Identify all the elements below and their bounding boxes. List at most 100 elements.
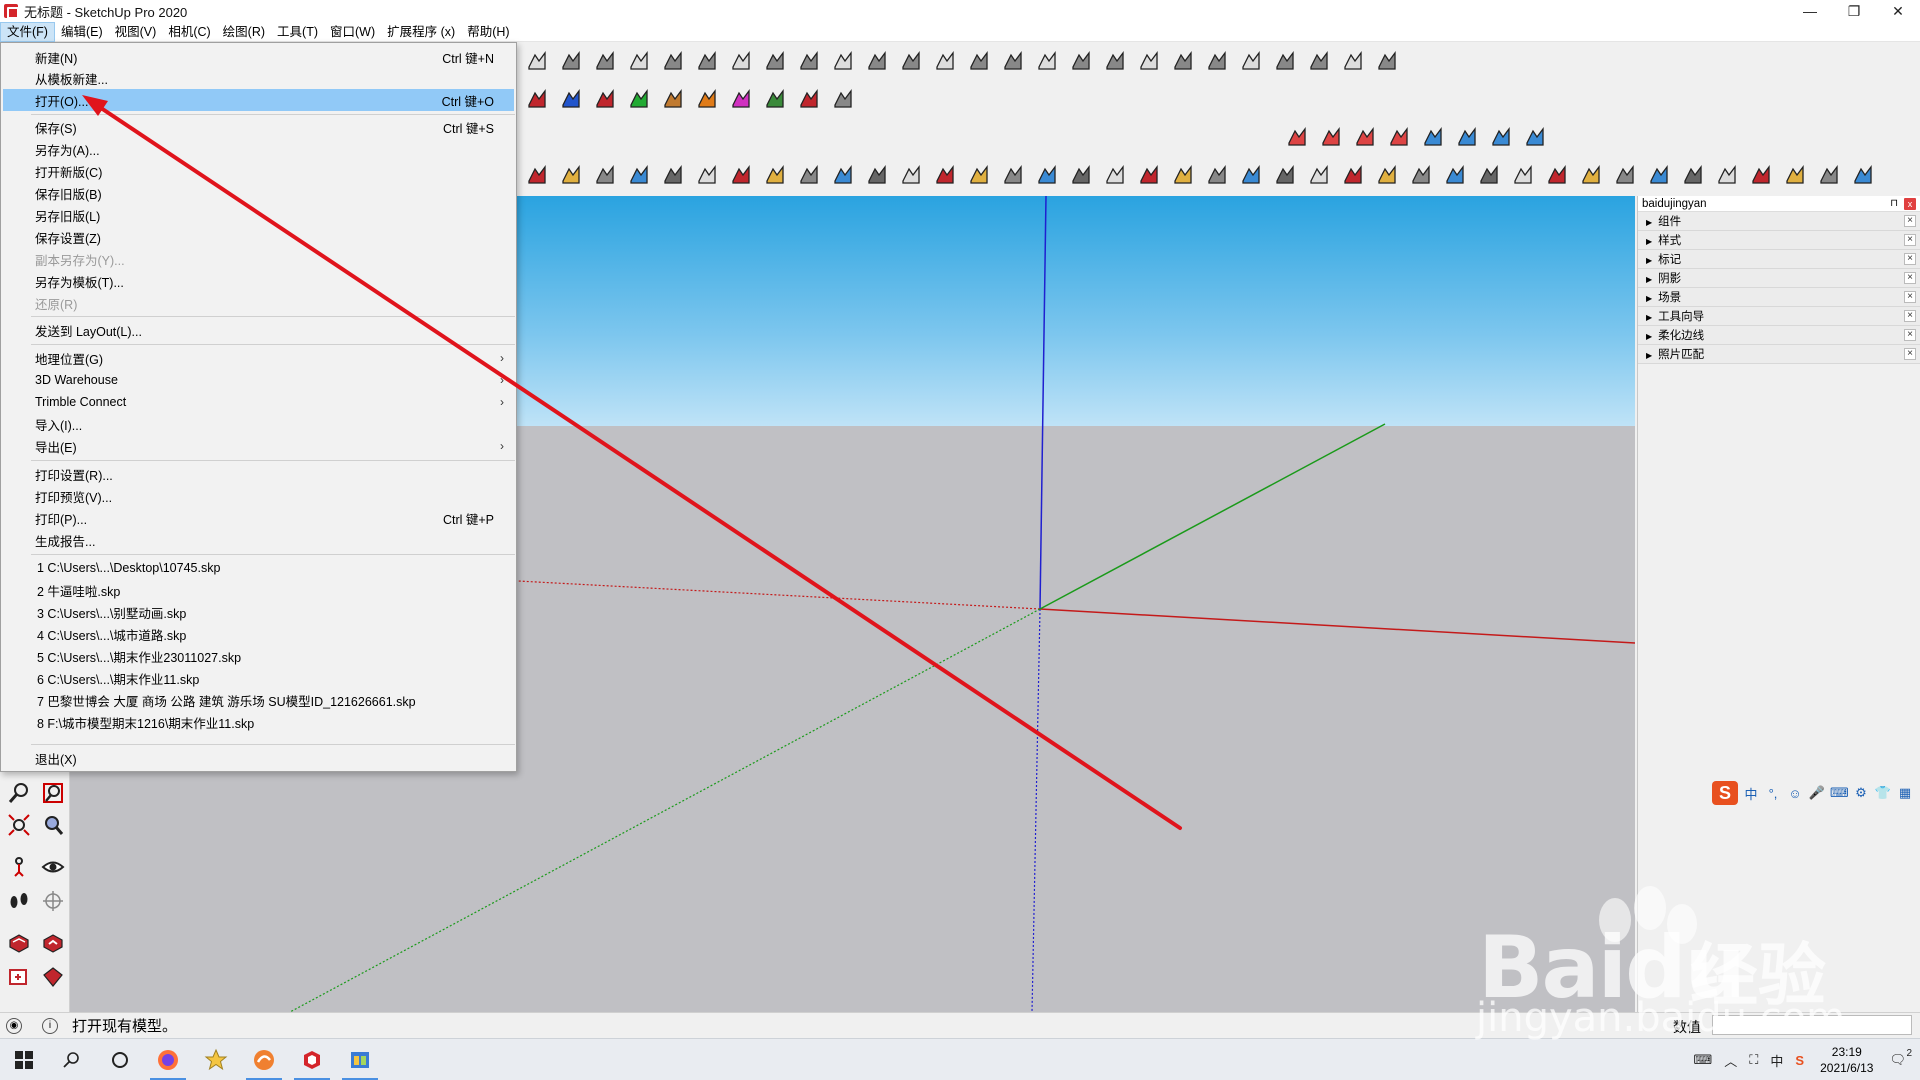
view-tool-23-icon[interactable] [1270,160,1300,190]
menu-item-3d-warehouse[interactable]: 3D Warehouse › [3,369,514,391]
view-tool-22-icon[interactable] [1236,160,1266,190]
menu-tools[interactable]: 工具(T) [271,22,324,42]
ime-voice-icon[interactable]: 🎤 [1808,785,1826,801]
layer-tool-2-icon[interactable] [1316,122,1346,152]
sandbox-tool-26-icon[interactable] [1372,46,1402,76]
solid-tool-3-icon[interactable] [590,84,620,114]
view-tool-8-icon[interactable] [760,160,790,190]
view-tool-36-icon[interactable] [1712,160,1742,190]
clock[interactable]: 23:19 2021/6/13 [1820,1044,1873,1076]
sandbox-tool-22-icon[interactable] [1236,46,1266,76]
sogou-ime-logo[interactable]: S [1712,781,1738,805]
menu-item-recent-file[interactable]: 7 巴黎世博会 大厦 商场 公路 建筑 游乐场 SU模型ID_121626661… [3,689,514,711]
sandbox-tool-19-icon[interactable] [1134,46,1164,76]
app-taskbar-icon[interactable] [336,1039,384,1080]
layer-tool-6-icon[interactable] [1452,122,1482,152]
view-tool-13-icon[interactable] [930,160,960,190]
tray-panel-3[interactable]: ▶ 标记 × [1638,250,1920,269]
view-tool-17-icon[interactable] [1066,160,1096,190]
zoom-icon[interactable] [4,778,34,808]
view-tool-10-icon[interactable] [828,160,858,190]
menu-item-recent-file[interactable]: 2 牛逼哇啦.skp [3,579,514,601]
menu-item-save-old-version[interactable]: 保存旧版(B) [3,182,514,204]
extension-warehouse-icon[interactable] [4,962,34,992]
network-icon[interactable]: ⛶ [1749,1052,1758,1068]
tray-close-button[interactable]: x [1904,197,1916,210]
sandbox-tool-4-icon[interactable] [624,46,654,76]
menu-item-print[interactable]: 打印(P)... Ctrl 键+P [3,507,514,529]
sogou-tray-icon[interactable]: S [1795,1053,1804,1068]
sandbox-tool-7-icon[interactable] [726,46,756,76]
tray-panel-4[interactable]: ▶ 阴影 × [1638,269,1920,288]
previous-view-icon[interactable] [38,810,68,840]
view-tool-35-icon[interactable] [1678,160,1708,190]
solid-tool-7-icon[interactable] [726,84,756,114]
solid-tool-1-icon[interactable] [522,84,552,114]
sandbox-tool-23-icon[interactable] [1270,46,1300,76]
menu-item-save[interactable]: 保存(S) Ctrl 键+S [3,116,514,138]
layer-tool-1-icon[interactable] [1282,122,1312,152]
view-tool-3-icon[interactable] [590,160,620,190]
solid-tool-10-icon[interactable] [828,84,858,114]
menu-item-recent-file[interactable]: 8 F:\城市模型期末1216\期末作业11.skp [3,711,514,733]
ime-lang-indicator[interactable]: 中 [1770,1051,1783,1070]
tray-panel-1[interactable]: ▶ 组件 × [1638,212,1920,231]
ime-lang-toggle[interactable]: 中 [1742,784,1760,803]
sandbox-tool-21-icon[interactable] [1202,46,1232,76]
sandbox-tool-17-icon[interactable] [1066,46,1096,76]
view-tool-15-icon[interactable] [998,160,1028,190]
menu-extensions[interactable]: 扩展程序 (x) [381,22,461,42]
star-app-icon[interactable] [192,1039,240,1080]
tray-panel-2[interactable]: ▶ 样式 × [1638,231,1920,250]
menu-item-recent-file[interactable]: 5 C:\Users\...\期末作业23011027.skp [3,645,514,667]
sandbox-tool-24-icon[interactable] [1304,46,1334,76]
menu-item-save-as[interactable]: 另存为(A)... [3,138,514,160]
menu-item-save-as-template[interactable]: 另存为模板(T)... [3,270,514,292]
view-tool-5-icon[interactable] [658,160,688,190]
menu-item-recent-file[interactable]: 6 C:\Users\...\期末作业11.skp [3,667,514,689]
share-model-icon[interactable] [38,928,68,958]
restore-button[interactable]: ❐ [1832,0,1876,22]
sandbox-tool-1-icon[interactable] [522,46,552,76]
ime-toolbox-icon[interactable]: ▦ [1896,785,1914,801]
solid-tool-4-icon[interactable] [624,84,654,114]
view-tool-34-icon[interactable] [1644,160,1674,190]
menu-item-generate-report[interactable]: 生成报告... [3,529,514,551]
sketchup-taskbar-icon[interactable] [288,1039,336,1080]
close-button[interactable]: ✕ [1876,0,1920,22]
view-tool-28-icon[interactable] [1440,160,1470,190]
firefox-icon[interactable] [144,1039,192,1080]
axes-icon[interactable] [38,886,68,916]
view-tool-38-icon[interactable] [1780,160,1810,190]
view-tool-27-icon[interactable] [1406,160,1436,190]
menu-camera[interactable]: 相机(C) [162,22,216,42]
ruby-console-icon[interactable] [38,962,68,992]
menu-item-recent-file[interactable]: 1 C:\Users\...\Desktop\10745.skp [3,557,514,579]
sandbox-tool-16-icon[interactable] [1032,46,1062,76]
zoom-extents-icon[interactable] [4,810,34,840]
view-tool-29-icon[interactable] [1474,160,1504,190]
view-tool-24-icon[interactable] [1304,160,1334,190]
chevron-up-icon[interactable]: ︿ [1724,1051,1737,1070]
view-tool-25-icon[interactable] [1338,160,1368,190]
notification-icon[interactable]: 🗨 2 [1889,1048,1912,1068]
view-tool-39-icon[interactable] [1814,160,1844,190]
sandbox-tool-18-icon[interactable] [1100,46,1130,76]
menu-item-save-as-old-version[interactable]: 另存旧版(L) [3,204,514,226]
sandbox-tool-9-icon[interactable] [794,46,824,76]
tray-panel-7[interactable]: ▶ 柔化边线 × [1638,326,1920,345]
layer-tool-4-icon[interactable] [1384,122,1414,152]
sandbox-tool-6-icon[interactable] [692,46,722,76]
view-tool-21-icon[interactable] [1202,160,1232,190]
view-tool-37-icon[interactable] [1746,160,1776,190]
tray-panel-close-icon[interactable]: × [1904,310,1916,322]
menu-item-open[interactable]: 打开(O)... Ctrl 键+O [3,89,514,111]
solid-tool-2-icon[interactable] [556,84,586,114]
layer-tool-7-icon[interactable] [1486,122,1516,152]
cortana-icon[interactable] [96,1039,144,1080]
keyboard-icon[interactable]: ⌨ [1694,1052,1713,1068]
sandbox-tool-25-icon[interactable] [1338,46,1368,76]
view-tool-11-icon[interactable] [862,160,892,190]
solid-tool-5-icon[interactable] [658,84,688,114]
ime-punct-toggle[interactable]: °, [1764,786,1782,801]
